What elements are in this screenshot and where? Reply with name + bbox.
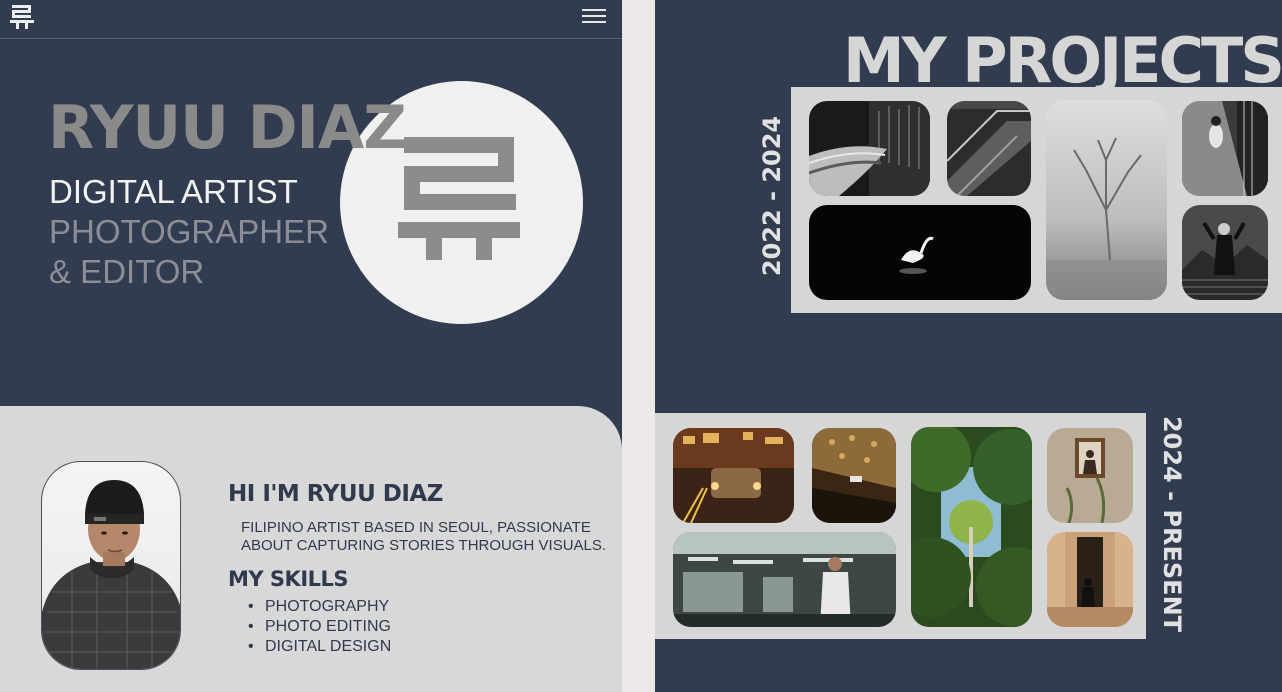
logo-icon[interactable]: [10, 4, 34, 30]
about-text: FILIPINO ARTIST BASED IN SEOUL, PASSIONA…: [241, 519, 607, 554]
project-photo-ceiling-lights[interactable]: [812, 428, 896, 523]
korean-ryu-glyph-icon: [398, 137, 520, 260]
project-photo-kitchen[interactable]: [673, 532, 896, 627]
project-years-label: 2024 - PRESENT: [1158, 415, 1186, 633]
project-photo-foggy-tree[interactable]: [1046, 100, 1167, 300]
projects-title: MY PROJECTS: [843, 24, 1282, 97]
top-bar: [0, 0, 622, 39]
about-title: HI I'M RYUU DIAZ: [228, 481, 443, 507]
hero-role-tertiary: & EDITOR: [49, 253, 205, 290]
profile-section: RYUU DIAZ DIGITAL ARTIST PHOTOGRAPHER & …: [0, 0, 622, 692]
skills-list: PHOTOGRAPHY PHOTO EDITING DIGITAL DESIGN: [248, 597, 391, 657]
hero-role-primary: DIGITAL ARTIST: [49, 173, 298, 210]
project-photo-taxi-street[interactable]: [673, 428, 794, 523]
project-photo-stairs-portrait[interactable]: [1182, 205, 1268, 300]
hamburger-menu-icon[interactable]: [582, 9, 606, 25]
hero-name: RYUU DIAZ: [48, 93, 407, 163]
project-photo-forest[interactable]: [911, 427, 1032, 627]
project-photo-doorway[interactable]: [1047, 532, 1133, 627]
hero-role-secondary: PHOTOGRAPHER: [49, 213, 329, 250]
skills-title: MY SKILLS: [228, 567, 349, 591]
project-photo-escalator[interactable]: [947, 101, 1031, 196]
project-photo-walkway[interactable]: [1182, 101, 1268, 196]
skill-item: PHOTOGRAPHY: [248, 597, 391, 617]
projects-section: MY PROJECTS 2022 - 2024 2024 - PRESENT: [655, 0, 1282, 692]
skill-item: DIGITAL DESIGN: [248, 637, 391, 657]
project-photo-bridge[interactable]: [809, 101, 930, 196]
avatar: [41, 461, 181, 670]
project-photo-mirror-portrait[interactable]: [1047, 428, 1133, 523]
project-years-label: 2022 - 2024: [758, 115, 786, 277]
skill-item: PHOTO EDITING: [248, 617, 391, 637]
project-photo-swan[interactable]: [809, 205, 1031, 300]
